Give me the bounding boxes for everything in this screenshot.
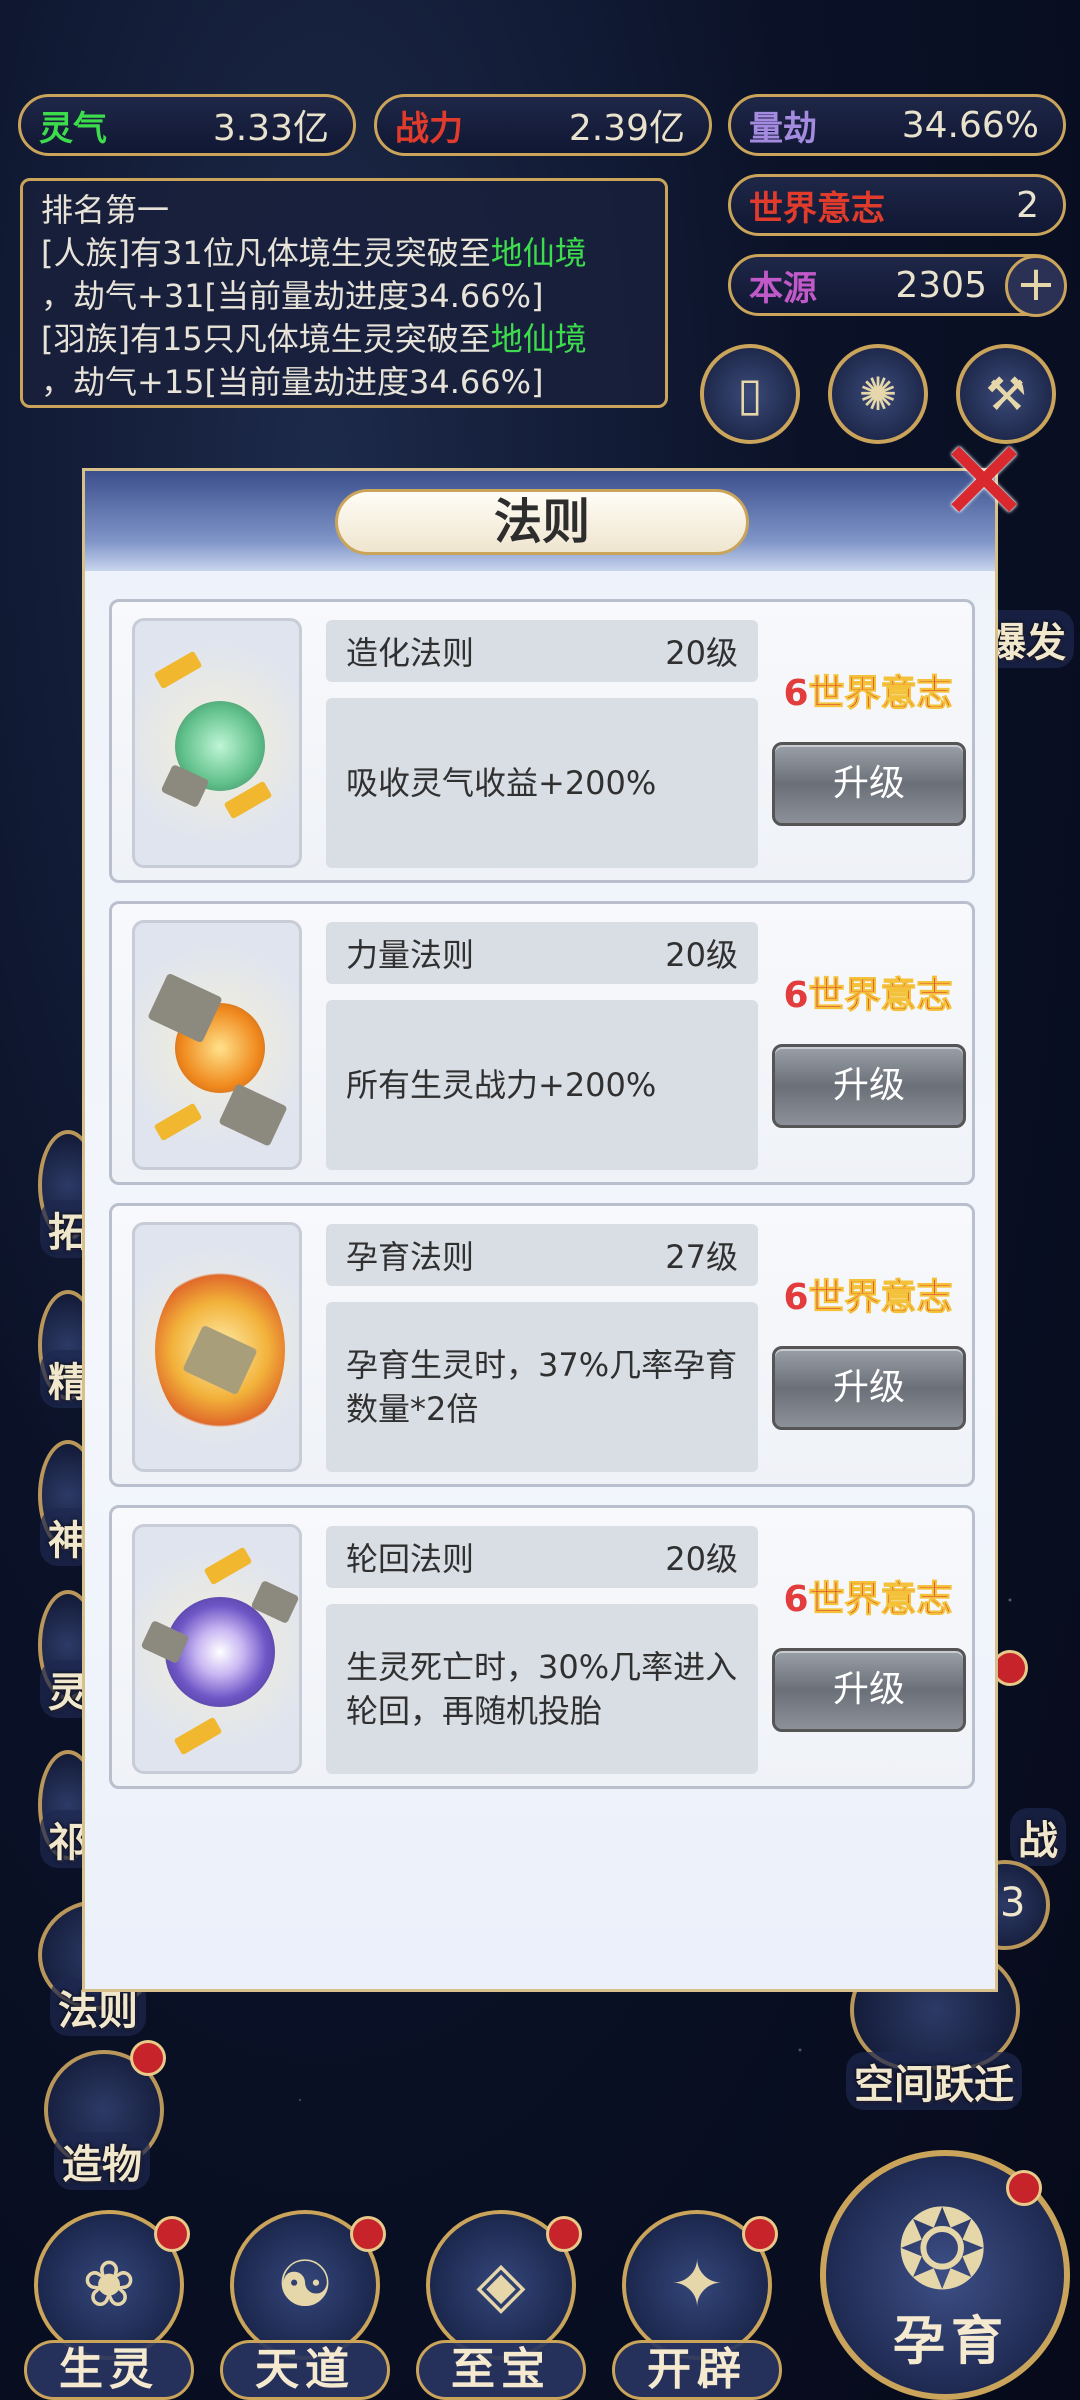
faze-name: 力量法则	[346, 936, 475, 974]
shijie-label: 世界意志	[749, 188, 885, 229]
upgrade-cost: 6世界意志	[783, 975, 953, 1017]
zhanli-label: 战力	[395, 108, 463, 149]
yunyu-faze-image	[132, 1222, 302, 1472]
shijie-value: 2	[1016, 184, 1039, 226]
kongjian-label[interactable]: 空间跃迁	[846, 2052, 1022, 2110]
upgrade-button[interactable]: 升级	[772, 1044, 966, 1128]
faze-card-yunyu: 孕育法则 27级 孕育生灵时，37%几率孕育数量*2倍 6世界意志 升级	[109, 1203, 975, 1487]
shijie-stat: 世界意志 2	[728, 174, 1066, 236]
upgrade-cost: 6世界意志	[783, 1579, 953, 1621]
shard-shape	[153, 650, 203, 690]
faze-name: 轮回法则	[346, 1540, 475, 1578]
card-name-row: 孕育法则 27级	[326, 1224, 758, 1286]
news-line: ，劫气+15[当前量劫进度34.66%]	[41, 363, 544, 401]
nav-zhibao[interactable]: ◈ 至宝	[406, 2210, 586, 2400]
notification-dot	[546, 2216, 582, 2252]
faze-description: 吸收灵气收益+200%	[326, 698, 758, 868]
liangjie-stat: 量劫 34.66%	[728, 94, 1066, 156]
faze-level: 20级	[665, 1540, 738, 1578]
faze-description: 所有生灵战力+200%	[326, 1000, 758, 1170]
news-title: 排名第一	[41, 191, 170, 229]
notification-dot	[350, 2216, 386, 2252]
faze-description: 孕育生灵时，37%几率孕育数量*2倍	[326, 1302, 758, 1472]
upgrade-cost: 6世界意志	[783, 673, 953, 715]
upgrade-cost: 6世界意志	[783, 1277, 953, 1319]
faze-card-zaohua: 造化法则 20级 吸收灵气收益+200% 6世界意志 升级	[109, 599, 975, 883]
faze-name: 孕育法则	[346, 1238, 475, 1276]
lingqi-stat: 灵气 3.33亿	[18, 94, 356, 156]
upgrade-button[interactable]: 升级	[772, 1346, 966, 1430]
benyuan-label: 本源	[749, 268, 817, 309]
liliang-faze-image	[132, 920, 302, 1170]
benyuan-stat: 本源 2305 +	[728, 254, 1067, 317]
faze-level: 27级	[665, 1238, 738, 1276]
upgrade-button[interactable]: 升级	[772, 742, 966, 826]
upgrade-button[interactable]: 升级	[772, 1648, 966, 1732]
nav-shengling-label: 生灵	[24, 2340, 194, 2400]
faze-level: 20级	[665, 634, 738, 672]
faze-name: 造化法则	[346, 634, 475, 672]
lingqi-value: 3.33亿	[212, 108, 329, 149]
shard-shape	[203, 1546, 253, 1586]
faze-card-liliang: 力量法则 20级 所有生灵战力+200% 6世界意志 升级	[109, 901, 975, 1185]
zhanli-value: 2.39亿	[568, 108, 685, 149]
card-name-row: 造化法则 20级	[326, 620, 758, 682]
nav-tiandao-label: 天道	[220, 2340, 390, 2400]
news-line: ，劫气+31[当前量劫进度34.66%]	[41, 277, 544, 315]
benyuan-value: 2305	[895, 264, 987, 306]
nav-tiandao[interactable]: ☯ 天道	[210, 2210, 390, 2400]
faze-card-lunhui: 轮回法则 20级 生灵死亡时，30%几率进入轮回，再随机投胎 6世界意志 升级	[109, 1505, 975, 1789]
rock-shape	[218, 1083, 288, 1147]
zhanli-stat: 战力 2.39亿	[374, 94, 712, 156]
nav-kaipi[interactable]: ✦ 开辟	[602, 2210, 782, 2400]
dialog-header: 法则	[85, 471, 995, 571]
faze-level: 20级	[665, 936, 738, 974]
shard-shape	[153, 1102, 203, 1142]
side-fragment-zhan[interactable]: 战	[1010, 1808, 1066, 1866]
lunhui-faze-image	[132, 1524, 302, 1774]
zaowu-label[interactable]: 造物	[54, 2132, 150, 2190]
shard-shape	[173, 1716, 223, 1756]
card-name-row: 轮回法则 20级	[326, 1526, 758, 1588]
notification-dot	[154, 2216, 190, 2252]
liangjie-value: 34.66%	[901, 104, 1039, 146]
vortex-icon[interactable]: ✺	[828, 344, 928, 444]
scroll-icon[interactable]: ▯	[700, 344, 800, 444]
yunyu-icon: ❂	[896, 2186, 989, 2314]
faze-description: 生灵死亡时，30%几率进入轮回，再随机投胎	[326, 1604, 758, 1774]
notification-dot	[742, 2216, 778, 2252]
notification-dot	[130, 2040, 166, 2076]
faze-dialog: 法则 造化法则 20级 吸收灵气收益+200% 6世界意志 升级 力量法则 20…	[82, 468, 998, 1992]
liangjie-label: 量劫	[749, 108, 817, 149]
lingqi-label: 灵气	[39, 108, 107, 149]
close-icon[interactable]: ✕	[934, 426, 1034, 538]
news-line: [人族]有31位凡体境生灵突破至地仙境	[41, 234, 587, 272]
notification-dot	[1006, 2170, 1042, 2206]
side-count: 3	[1000, 1880, 1026, 1926]
nav-kaipi-label: 开辟	[612, 2340, 782, 2400]
nav-zhibao-label: 至宝	[416, 2340, 586, 2400]
card-name-row: 力量法则 20级	[326, 922, 758, 984]
zaohua-faze-image	[132, 618, 302, 868]
add-benyuan-button[interactable]: +	[1005, 255, 1067, 317]
nav-yunyu[interactable]: ❂ 孕育	[820, 2150, 1070, 2400]
news-line: [羽族]有15只凡体境生灵突破至地仙境	[41, 320, 587, 358]
nav-shengling[interactable]: ❀ 生灵	[14, 2210, 194, 2400]
dialog-title: 法则	[335, 489, 749, 555]
nav-yunyu-label: 孕育	[892, 2312, 1009, 2372]
news-panel: 排名第一 [人族]有31位凡体境生灵突破至地仙境 ，劫气+31[当前量劫进度34…	[20, 178, 668, 408]
